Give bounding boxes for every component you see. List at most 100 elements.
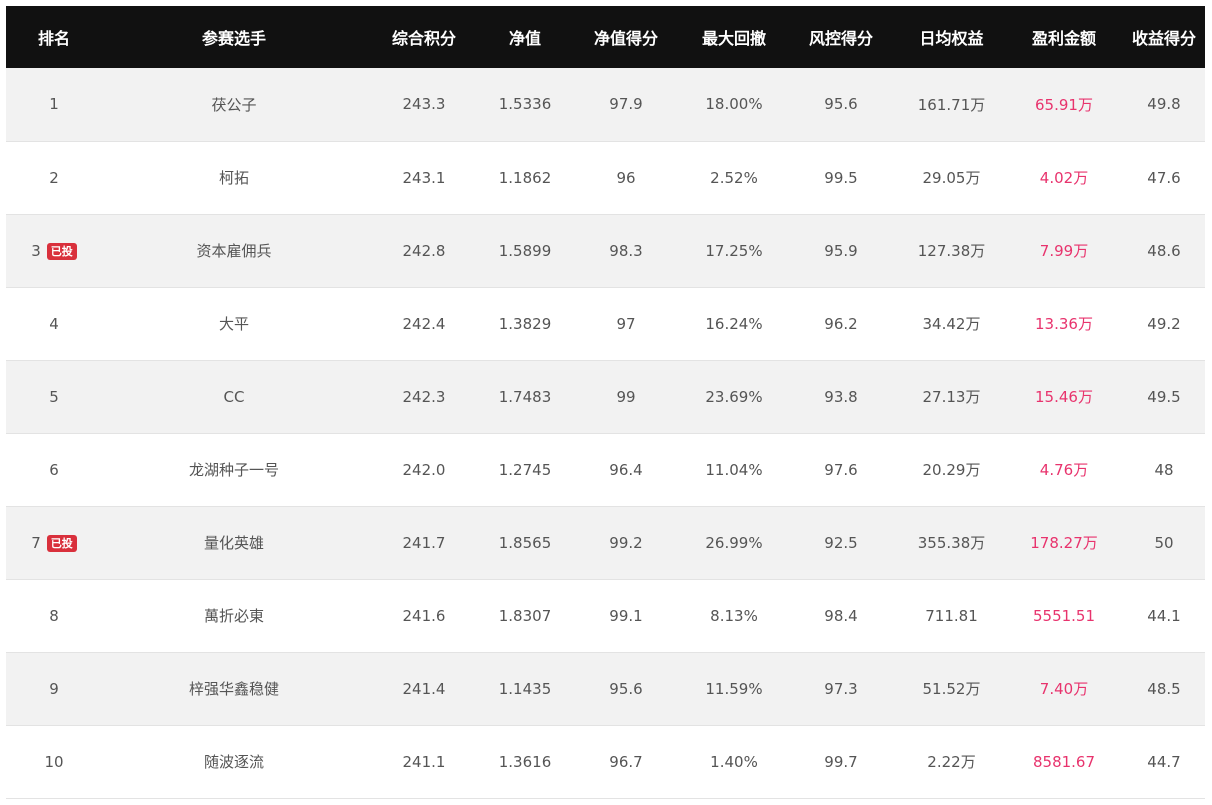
- table-row[interactable]: 6 龙湖种子一号 242.0 1.2745 96.4 11.04% 97.6 20.29万 4.…: [6, 433, 1205, 506]
- rank-cell: 10: [6, 725, 102, 798]
- rank-number: 3: [31, 241, 41, 260]
- nav-score-cell: 97.9: [609, 95, 643, 114]
- rank-cell: 7 已投: [6, 506, 102, 579]
- avg-equity-cell: 2.22万: [927, 753, 976, 771]
- table-row[interactable]: 2 柯拓 243.1 1.1862 96 2.52% 99.5 29.05万 4.02万 47.6: [6, 141, 1205, 214]
- rank-number: 9: [49, 679, 59, 698]
- table-body: 1 茯公子 243.3 1.5336 97.9 18.00% 95.6 161.71万 65.9…: [6, 68, 1205, 798]
- nav-value-cell: 1.3616: [498, 752, 552, 771]
- player-name-cell[interactable]: 龙湖种子一号: [102, 433, 366, 506]
- header-col-nav-score[interactable]: 净值得分: [568, 6, 684, 68]
- profit-amount-cell: 4.02万: [1039, 169, 1089, 187]
- return-score-cell: 48.5: [1147, 679, 1181, 698]
- player-name-cell[interactable]: 柯拓: [102, 141, 366, 214]
- nav-score-cell: 97: [616, 314, 636, 333]
- ranking-table: 排名 参赛选手 综合积分 净值 净值得分 最大回撤 风控得分 日均权益 盈利金额 收益得分 1 茯公…: [6, 6, 1205, 799]
- table-row[interactable]: 8 萬折必東 241.6 1.8307 99.1 8.13% 98.4 711.81 5551.…: [6, 579, 1205, 652]
- max-drawdown-cell: 1.40%: [710, 752, 758, 771]
- return-score-cell: 48.6: [1147, 241, 1181, 260]
- table-row[interactable]: 10 随波逐流 241.1 1.3616 96.7 1.40% 99.7 2.22万 8581.…: [6, 725, 1205, 798]
- max-drawdown-cell: 18.00%: [705, 95, 763, 114]
- nav-value-cell: 1.1435: [498, 679, 552, 698]
- rank-number: 7: [31, 533, 41, 552]
- header-col-risk-score[interactable]: 风控得分: [784, 6, 898, 68]
- player-name-cell[interactable]: 随波逐流: [102, 725, 366, 798]
- header-col-avg-equity[interactable]: 日均权益: [898, 6, 1005, 68]
- rank-number: 2: [49, 168, 59, 187]
- table-row[interactable]: 5 CC 242.3 1.7483 99 23.69% 93.8 27.13万 15.46万 49…: [6, 360, 1205, 433]
- avg-equity-cell: 20.29万: [922, 461, 981, 479]
- header-col-max-drawdown[interactable]: 最大回撤: [684, 6, 784, 68]
- risk-score-cell: 99.5: [824, 168, 858, 187]
- table-row[interactable]: 1 茯公子 243.3 1.5336 97.9 18.00% 95.6 161.71万 65.9…: [6, 68, 1205, 141]
- table-row[interactable]: 3 已投 资本雇佣兵 242.8 1.5899 98.3 17.25% 95.9 127.38万…: [6, 214, 1205, 287]
- return-score-cell: 49.8: [1147, 95, 1181, 114]
- table-row[interactable]: 9 梓强华鑫稳健 241.4 1.1435 95.6 11.59% 97.3 51.52万 7.…: [6, 652, 1205, 725]
- player-name-cell[interactable]: 萬折必東: [102, 579, 366, 652]
- rank-number: 5: [49, 387, 59, 406]
- total-score-cell: 241.4: [402, 679, 446, 698]
- rank-cell: 4: [6, 287, 102, 360]
- total-score-cell: 241.7: [402, 533, 446, 552]
- total-score-cell: 243.1: [402, 168, 446, 187]
- avg-equity-cell: 34.42万: [922, 315, 981, 333]
- player-name-cell[interactable]: 资本雇佣兵: [102, 214, 366, 287]
- risk-score-cell: 93.8: [824, 387, 858, 406]
- return-score-cell: 48: [1154, 460, 1174, 479]
- nav-score-cell: 98.3: [609, 241, 643, 260]
- risk-score-cell: 97.6: [824, 460, 858, 479]
- rank-number: 4: [49, 314, 59, 333]
- risk-score-cell: 98.4: [824, 606, 858, 625]
- player-name-cell[interactable]: 梓强华鑫稳健: [102, 652, 366, 725]
- avg-equity-cell: 29.05万: [922, 169, 981, 187]
- nav-score-cell: 95.6: [609, 679, 643, 698]
- player-name-cell[interactable]: 大平: [102, 287, 366, 360]
- avg-equity-cell: 355.38万: [917, 534, 986, 552]
- nav-value-cell: 1.1862: [498, 168, 552, 187]
- avg-equity-cell: 711.81: [925, 606, 978, 625]
- profit-amount-cell: 13.36万: [1035, 315, 1093, 333]
- total-score-cell: 241.6: [402, 606, 446, 625]
- max-drawdown-cell: 11.59%: [705, 679, 763, 698]
- rank-number: 8: [49, 606, 59, 625]
- total-score-cell: 241.1: [402, 752, 446, 771]
- nav-value-cell: 1.3829: [498, 314, 552, 333]
- profit-amount-cell: 15.46万: [1035, 388, 1093, 406]
- max-drawdown-cell: 17.25%: [705, 241, 763, 260]
- max-drawdown-cell: 16.24%: [705, 314, 763, 333]
- nav-score-cell: 99.1: [609, 606, 643, 625]
- profit-amount-cell: 7.99万: [1039, 242, 1089, 260]
- risk-score-cell: 95.6: [824, 95, 858, 114]
- player-name-cell[interactable]: 茯公子: [102, 68, 366, 141]
- profit-amount-cell: 178.27万: [1030, 534, 1098, 552]
- max-drawdown-cell: 8.13%: [710, 606, 758, 625]
- header-col-total-score[interactable]: 综合积分: [366, 6, 482, 68]
- nav-score-cell: 96: [616, 168, 636, 187]
- avg-equity-cell: 127.38万: [917, 242, 986, 260]
- table-row[interactable]: 7 已投 量化英雄 241.7 1.8565 99.2 26.99% 92.5 355.38万 1…: [6, 506, 1205, 579]
- rank-cell: 3 已投: [6, 214, 102, 287]
- header-col-return-score[interactable]: 收益得分: [1123, 6, 1205, 68]
- header-col-nav[interactable]: 净值: [482, 6, 568, 68]
- rank-number: 1: [49, 95, 59, 114]
- avg-equity-cell: 27.13万: [922, 388, 981, 406]
- rank-number: 10: [44, 752, 64, 771]
- rank-cell: 8: [6, 579, 102, 652]
- header-col-player[interactable]: 参赛选手: [102, 6, 366, 68]
- max-drawdown-cell: 23.69%: [705, 387, 763, 406]
- avg-equity-cell: 161.71万: [917, 95, 986, 114]
- rank-cell: 6: [6, 433, 102, 506]
- risk-score-cell: 97.3: [824, 679, 858, 698]
- player-name-cell[interactable]: 量化英雄: [102, 506, 366, 579]
- profit-amount-cell: 65.91万: [1035, 95, 1093, 114]
- player-name-cell[interactable]: CC: [102, 360, 366, 433]
- rank-number: 6: [49, 460, 59, 479]
- header-col-profit[interactable]: 盈利金额: [1005, 6, 1123, 68]
- risk-score-cell: 96.2: [824, 314, 858, 333]
- nav-value-cell: 1.2745: [498, 460, 552, 479]
- profit-amount-cell: 8581.67: [1032, 752, 1096, 771]
- rank-cell: 9: [6, 652, 102, 725]
- return-score-cell: 50: [1154, 533, 1174, 552]
- header-col-rank[interactable]: 排名: [6, 6, 102, 68]
- table-row[interactable]: 4 大平 242.4 1.3829 97 16.24% 96.2 34.42万 13.36万 49…: [6, 287, 1205, 360]
